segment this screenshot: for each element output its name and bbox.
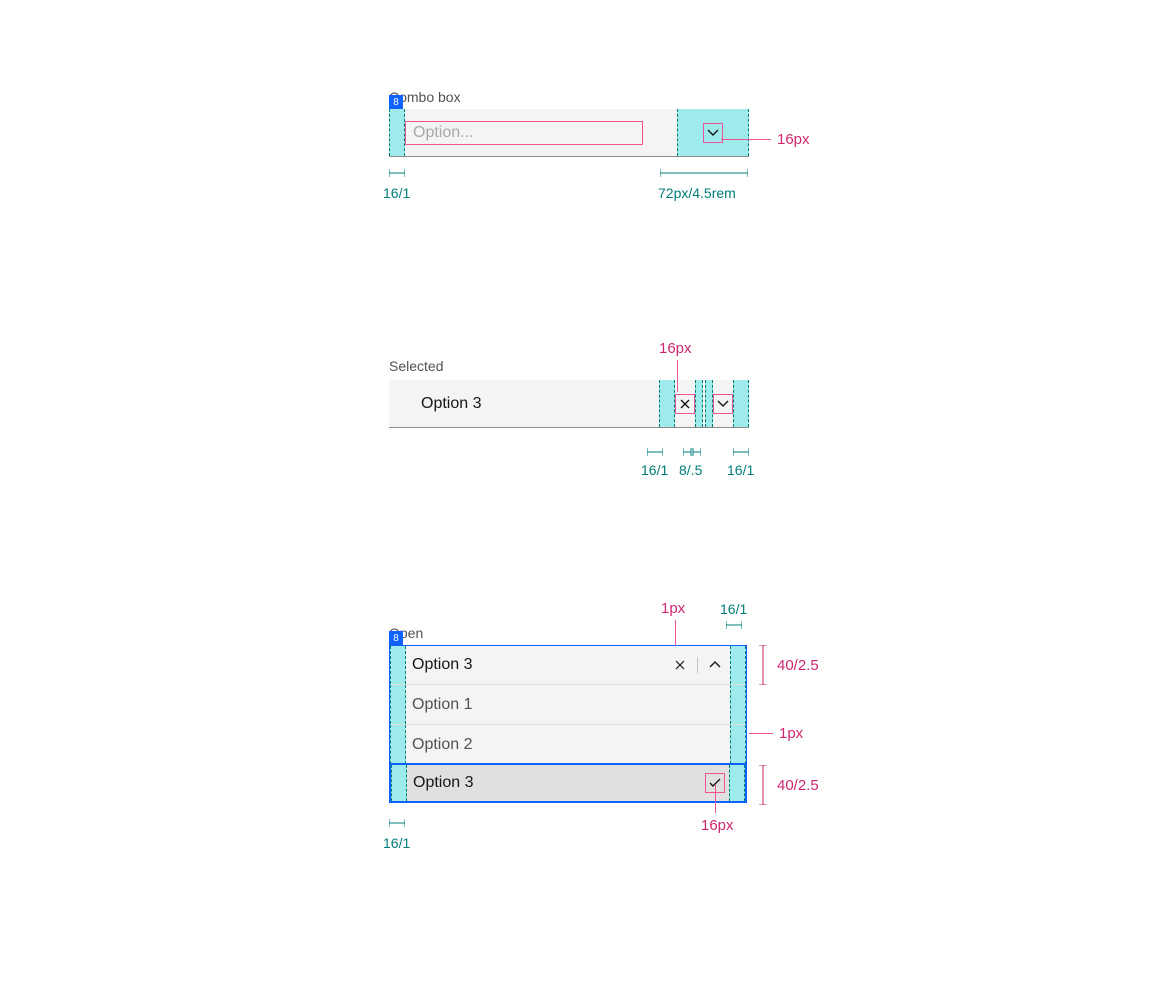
icon-size-annotation: 16px: [721, 131, 810, 148]
right-width-dim: 72px/4.5rem: [660, 169, 748, 179]
combo-box-field[interactable]: Option...: [389, 109, 749, 157]
selected-value: Option 3: [421, 395, 659, 413]
left-16-label-open: 16/1: [383, 835, 410, 851]
menu-item[interactable]: Option 2: [390, 724, 746, 764]
combo-box-title: Combo box: [389, 89, 761, 105]
chevron-down-icon[interactable]: [703, 123, 723, 143]
left-16-dim-open: 16/1: [389, 819, 405, 829]
selected-height-label: 40/2.5: [777, 777, 819, 794]
divider-1px-annotation: 1px: [661, 600, 685, 618]
selected-height-bracket: 40/2.5: [759, 765, 769, 805]
close-left-16: [659, 380, 675, 427]
spacing-badge-8: 8: [389, 95, 403, 109]
spacing-badge-8-open: 8: [389, 631, 403, 645]
close-icon[interactable]: [673, 658, 687, 672]
chevron-right-16: [733, 380, 749, 427]
open-menu: Option 1 Option 2 Option 3: [390, 684, 746, 803]
close-icon-size: 16px: [659, 340, 692, 357]
header-height-label: 40/2.5: [777, 657, 819, 674]
open-padding-left: [390, 646, 406, 684]
spacing-16b-label: 16/1: [727, 462, 754, 478]
vertical-divider: [697, 657, 698, 673]
open-padding-right: [730, 646, 746, 684]
selected-spec: Selected Option 3 16px 16/1 8/.5 16/1: [389, 358, 779, 428]
spacing-16-label: 16/1: [641, 462, 668, 478]
selected-field[interactable]: Option 3: [389, 380, 749, 428]
text-area-outline: [405, 121, 643, 145]
menu-item-label: Option 1: [406, 696, 730, 714]
menu-item-label: Option 3: [407, 774, 705, 792]
header-height-bracket: 40/2.5: [759, 645, 769, 685]
chevron-up-icon[interactable]: [708, 661, 722, 669]
open-selected-value: Option 3: [406, 656, 673, 674]
right-16-label: 16/1: [720, 601, 747, 617]
menu-padding-left: [390, 685, 406, 724]
chevron-left-8: [705, 380, 713, 427]
divider-size: 1px: [661, 600, 685, 617]
padding-left-16: [389, 109, 405, 156]
menu-divider-label: 1px: [779, 725, 803, 742]
menu-padding-right: [730, 685, 746, 724]
check-size-label: 16px: [701, 817, 734, 834]
close-icon[interactable]: [675, 394, 695, 414]
menu-divider-annotation: 1px: [749, 725, 803, 742]
menu-padding-left: [390, 725, 406, 764]
spacing-16b-dim: 16/1: [733, 448, 749, 458]
menu-padding-right: [729, 765, 745, 801]
spacing-8-dim: 8/.5: [683, 448, 701, 458]
chevron-down-icon[interactable]: [713, 394, 733, 414]
menu-padding-left: [391, 765, 407, 801]
menu-item[interactable]: Option 1: [390, 684, 746, 724]
right-width-label: 72px/4.5rem: [658, 185, 736, 201]
spacing-16-dim: 16/1: [647, 448, 663, 458]
close-right-8: [695, 380, 703, 427]
left-padding-label: 16/1: [383, 185, 410, 201]
menu-padding-right: [730, 725, 746, 764]
spacing-8-label: 8/.5: [679, 462, 702, 478]
open-combo-container: Option 3 Option 1: [389, 645, 747, 803]
open-title: Open: [389, 625, 829, 641]
right-16-dim: 16/1: [726, 619, 742, 629]
menu-item-selected[interactable]: Option 3: [389, 763, 747, 803]
left-padding-dim: 16/1: [389, 169, 405, 179]
icon-size-label: 16px: [777, 131, 810, 148]
menu-item-label: Option 2: [406, 736, 730, 754]
combo-box-spec: Combo box 8 Option... 16px 16/1 72px/4.5…: [389, 89, 761, 157]
selected-title: Selected: [389, 358, 779, 374]
open-spec: Open 8 1px 16/1 Option 3: [389, 625, 829, 803]
open-header-row[interactable]: Option 3: [390, 646, 746, 684]
icon-size-annotation-2: 16px: [659, 340, 692, 358]
